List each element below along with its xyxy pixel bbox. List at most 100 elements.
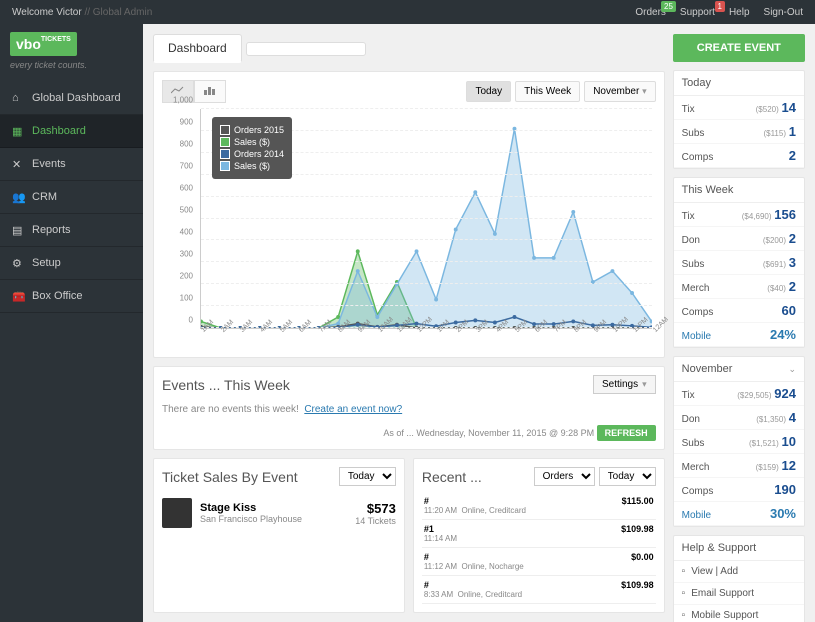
nav-box-office[interactable]: 🧰 Box Office <box>0 280 143 313</box>
support-badge: 1 <box>715 1 725 12</box>
role-text: // Global Admin <box>84 7 152 18</box>
y-tick: 300 <box>180 250 193 259</box>
time-thisweek[interactable]: This Week <box>515 81 580 102</box>
stat-row: Tix($29,505) 924 <box>674 382 804 406</box>
stat-row: Comps 60 <box>674 299 804 323</box>
event-thumb <box>162 498 192 528</box>
stat-row: Mobile 30% <box>674 502 804 526</box>
nav-global-dashboard[interactable]: ⌂Global Dashboard <box>0 82 143 115</box>
stats-title: This Week <box>682 184 734 196</box>
help-icon: ▫ <box>682 610 686 621</box>
no-events-text: There are no events this week! <box>162 404 299 415</box>
nav-label: Setup <box>32 257 61 269</box>
events-icon: ✕ <box>12 158 24 170</box>
crm-icon: 👥 <box>12 191 24 203</box>
help-icon: ▫ <box>682 566 686 577</box>
chevron-down-icon: ▾ <box>642 86 647 96</box>
bar-chart-icon[interactable] <box>194 80 226 103</box>
nav-label: Box Office <box>32 290 83 302</box>
sales-by-event-panel: Ticket Sales By Event Today Stage KissSa… <box>153 458 405 613</box>
chevron-down-icon[interactable]: ⌄ <box>788 364 796 375</box>
dashboard-icon: ▦ <box>12 125 24 137</box>
setup-icon: ⚙ <box>12 257 24 269</box>
tab-dashboard[interactable]: Dashboard <box>153 34 242 63</box>
help-row[interactable]: ▫View | Add <box>674 561 804 583</box>
stat-row: Merch($40) 2 <box>674 275 804 299</box>
signout-link[interactable]: Sign-Out <box>764 7 803 18</box>
help-row[interactable]: ▫Mobile Support <box>674 605 804 622</box>
recent-period-select[interactable]: Today <box>599 467 656 486</box>
time-today[interactable]: Today <box>466 81 511 102</box>
asof-text: As of ... Wednesday, November 11, 2015 @… <box>383 428 594 438</box>
y-tick: 800 <box>180 140 193 149</box>
recent-row[interactable]: #1$109.9811:14 AM <box>422 520 656 548</box>
nav-label: Dashboard <box>32 125 86 137</box>
stat-row: Subs($1,521) 10 <box>674 430 804 454</box>
recent-type-select[interactable]: Orders <box>534 467 595 486</box>
nav-label: Events <box>32 158 66 170</box>
stats-today: Today Tix($520) 14Subs($115) 1Comps 2 <box>673 70 805 169</box>
nav-setup[interactable]: ⚙ Setup <box>0 247 143 280</box>
stats-month: November⌄Tix($29,505) 924Don($1,350) 4Su… <box>673 356 805 527</box>
recent-title: Recent ... <box>422 469 482 485</box>
stat-row: Don($200) 2 <box>674 227 804 251</box>
event-row[interactable]: Stage KissSan Francisco Playhouse$57314 … <box>162 492 396 534</box>
y-tick: 900 <box>180 118 193 127</box>
chart-legend: Orders 2015Sales ($)Orders 2014Sales ($) <box>212 117 292 179</box>
create-event-link[interactable]: Create an event now? <box>304 404 402 415</box>
support-link[interactable]: Support 1 <box>680 7 715 18</box>
stat-row: Comps 190 <box>674 478 804 502</box>
stat-row: Tix($4,690) 156 <box>674 203 804 227</box>
x-tick: 12AM <box>652 316 670 334</box>
create-event-button[interactable]: CREATE EVENT <box>673 34 805 62</box>
stats-thisweek: This WeekTix($4,690) 156Don($200) 2Subs(… <box>673 177 805 348</box>
tab-other[interactable] <box>246 42 366 56</box>
sales-period-select[interactable]: Today <box>339 467 396 486</box>
help-title: Help & Support <box>674 536 804 561</box>
nav-dashboard[interactable]: ▦ Dashboard <box>0 115 143 148</box>
stat-row: Subs($115) 1 <box>674 120 804 144</box>
nav-label: Reports <box>32 224 71 236</box>
help-icon: ▫ <box>682 588 686 599</box>
y-tick: 0 <box>189 316 193 325</box>
events-week-title: Events ... This Week <box>162 377 290 393</box>
y-tick: 1,000 <box>173 96 193 105</box>
tagline: every ticket counts. <box>10 60 133 70</box>
y-tick: 600 <box>180 184 193 193</box>
recent-row[interactable]: #$0.0011:12 AM Online, Nocharge <box>422 548 656 576</box>
y-tick: 200 <box>180 272 193 281</box>
recent-row[interactable]: #$109.988:33 AM Online, Creditcard <box>422 576 656 604</box>
home-icon: ⌂ <box>12 92 24 104</box>
sales-title: Ticket Sales By Event <box>162 469 298 485</box>
recent-row[interactable]: #$115.0011:20 AM Online, Creditcard <box>422 492 656 520</box>
y-tick: 700 <box>180 162 193 171</box>
settings-button[interactable]: Settings▾ <box>593 375 656 394</box>
stat-row: Tix($520) 14 <box>674 96 804 120</box>
stats-title: Today <box>682 77 711 89</box>
boxoffice-icon: 🧰 <box>12 290 24 302</box>
topbar: Welcome Victor // Global Admin Orders 25… <box>0 0 815 24</box>
events-week-panel: Events ... This Week Settings▾ There are… <box>153 366 665 450</box>
orders-badge: 25 <box>661 1 676 12</box>
logo[interactable]: vboTICKETS <box>10 32 77 56</box>
stat-row: Comps 2 <box>674 144 804 168</box>
help-row[interactable]: ▫Email Support <box>674 583 804 605</box>
nav-crm[interactable]: 👥 CRM <box>0 181 143 214</box>
y-tick: 400 <box>180 228 193 237</box>
nav-reports[interactable]: ▤ Reports <box>0 214 143 247</box>
orders-link[interactable]: Orders 25 <box>635 7 666 18</box>
help-panel: Help & Support ▫View | Add▫Email Support… <box>673 535 805 622</box>
y-tick: 100 <box>180 294 193 303</box>
main-content: Dashboard Today This Week November <box>143 24 815 622</box>
nav-label: CRM <box>32 191 57 203</box>
help-link[interactable]: Help <box>729 7 750 18</box>
recent-panel: Recent ... Orders Today #$115.0011:20 AM… <box>413 458 665 613</box>
nav-events[interactable]: ✕ Events <box>0 148 143 181</box>
time-month[interactable]: November ▾ <box>584 81 655 102</box>
sidebar: vboTICKETS every ticket counts. ⌂Global … <box>0 24 143 622</box>
reports-icon: ▤ <box>12 224 24 236</box>
stats-title: November <box>682 363 733 375</box>
refresh-button[interactable]: REFRESH <box>597 425 656 441</box>
stat-row: Merch($159) 12 <box>674 454 804 478</box>
chart-area: 01002003004005006007008009001,000 1AM2AM… <box>162 109 656 349</box>
